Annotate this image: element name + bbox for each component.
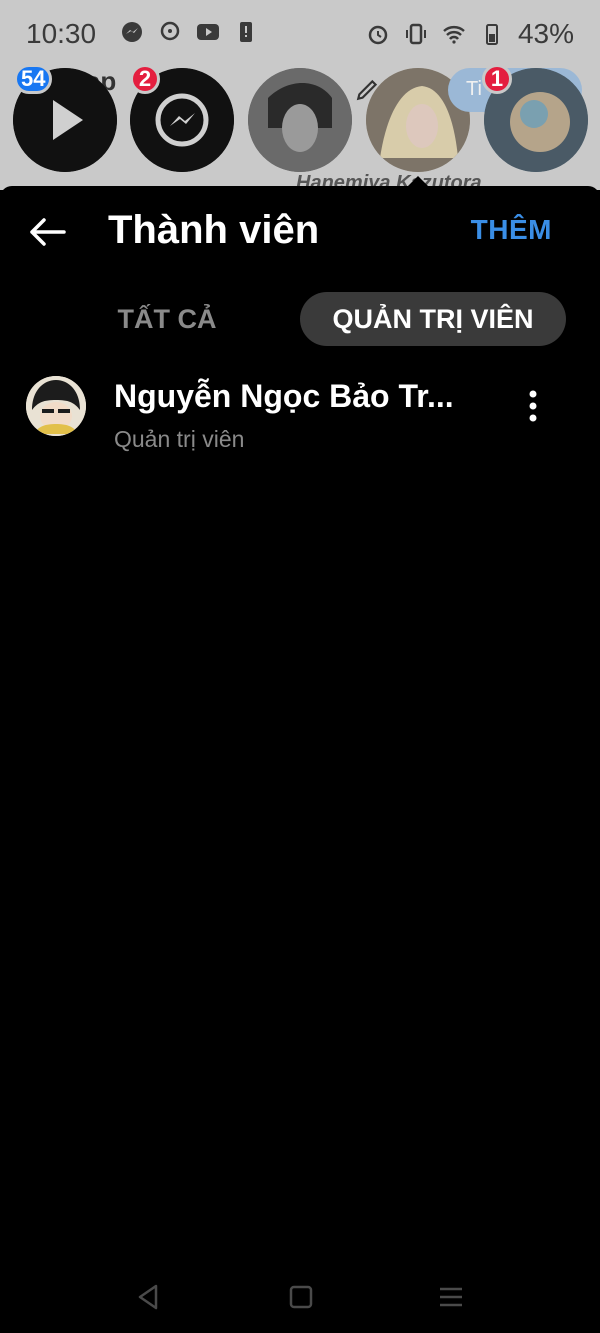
nav-home-button[interactable]	[286, 1282, 316, 1312]
play-badge: 54	[14, 64, 53, 94]
back-button[interactable]	[26, 214, 70, 250]
alarm-icon	[368, 25, 388, 45]
more-options-button[interactable]	[520, 386, 546, 426]
status-time: 10:30	[26, 18, 97, 49]
member-row[interactable]: Nguyễn Ngọc Bảo Tr... Quản trị viên	[0, 372, 600, 456]
menu-recents-icon	[440, 1287, 462, 1307]
add-member-button[interactable]: THÊM	[471, 214, 552, 246]
youtube-icon	[197, 24, 219, 40]
triangle-back-icon	[138, 1284, 158, 1310]
tab-all[interactable]: TẤT CẢ	[90, 292, 244, 346]
tab-admins[interactable]: QUẢN TRỊ VIÊN	[300, 292, 566, 346]
member-role: Quản trị viên	[114, 426, 245, 452]
phone-notification-icon	[240, 22, 252, 42]
square-home-icon	[289, 1285, 313, 1309]
sheet-pointer	[408, 176, 428, 186]
nav-recents-button[interactable]	[436, 1282, 466, 1312]
arrow-left-icon	[30, 218, 66, 246]
story-avatar-1	[248, 68, 352, 172]
more-vertical-icon	[529, 390, 537, 422]
battery-level: 43%	[517, 18, 574, 49]
messenger-badge: 2	[130, 64, 160, 94]
member-name: Nguyễn Ngọc Bảo Tr...	[114, 378, 454, 414]
page-title: Thành viên	[108, 208, 320, 252]
wifi-icon	[443, 26, 465, 44]
nav-back-button[interactable]	[134, 1282, 164, 1312]
story-badge: 1	[482, 64, 512, 94]
navigation-bar	[0, 1260, 600, 1333]
avatar	[26, 376, 86, 436]
chat-heads-icon	[160, 21, 180, 41]
vibrate-icon	[405, 23, 426, 45]
members-sheet: Thành viên THÊM TẤT CẢ QUẢN TRỊ VIÊN Ngu…	[0, 186, 600, 1260]
background-app-dimmed: 10:30 43% hap 54 2 Ti 1 Hanem	[0, 0, 600, 190]
messenger-icon	[122, 22, 142, 42]
status-bar: 10:30 43%	[0, 0, 600, 64]
battery-icon	[485, 24, 498, 45]
